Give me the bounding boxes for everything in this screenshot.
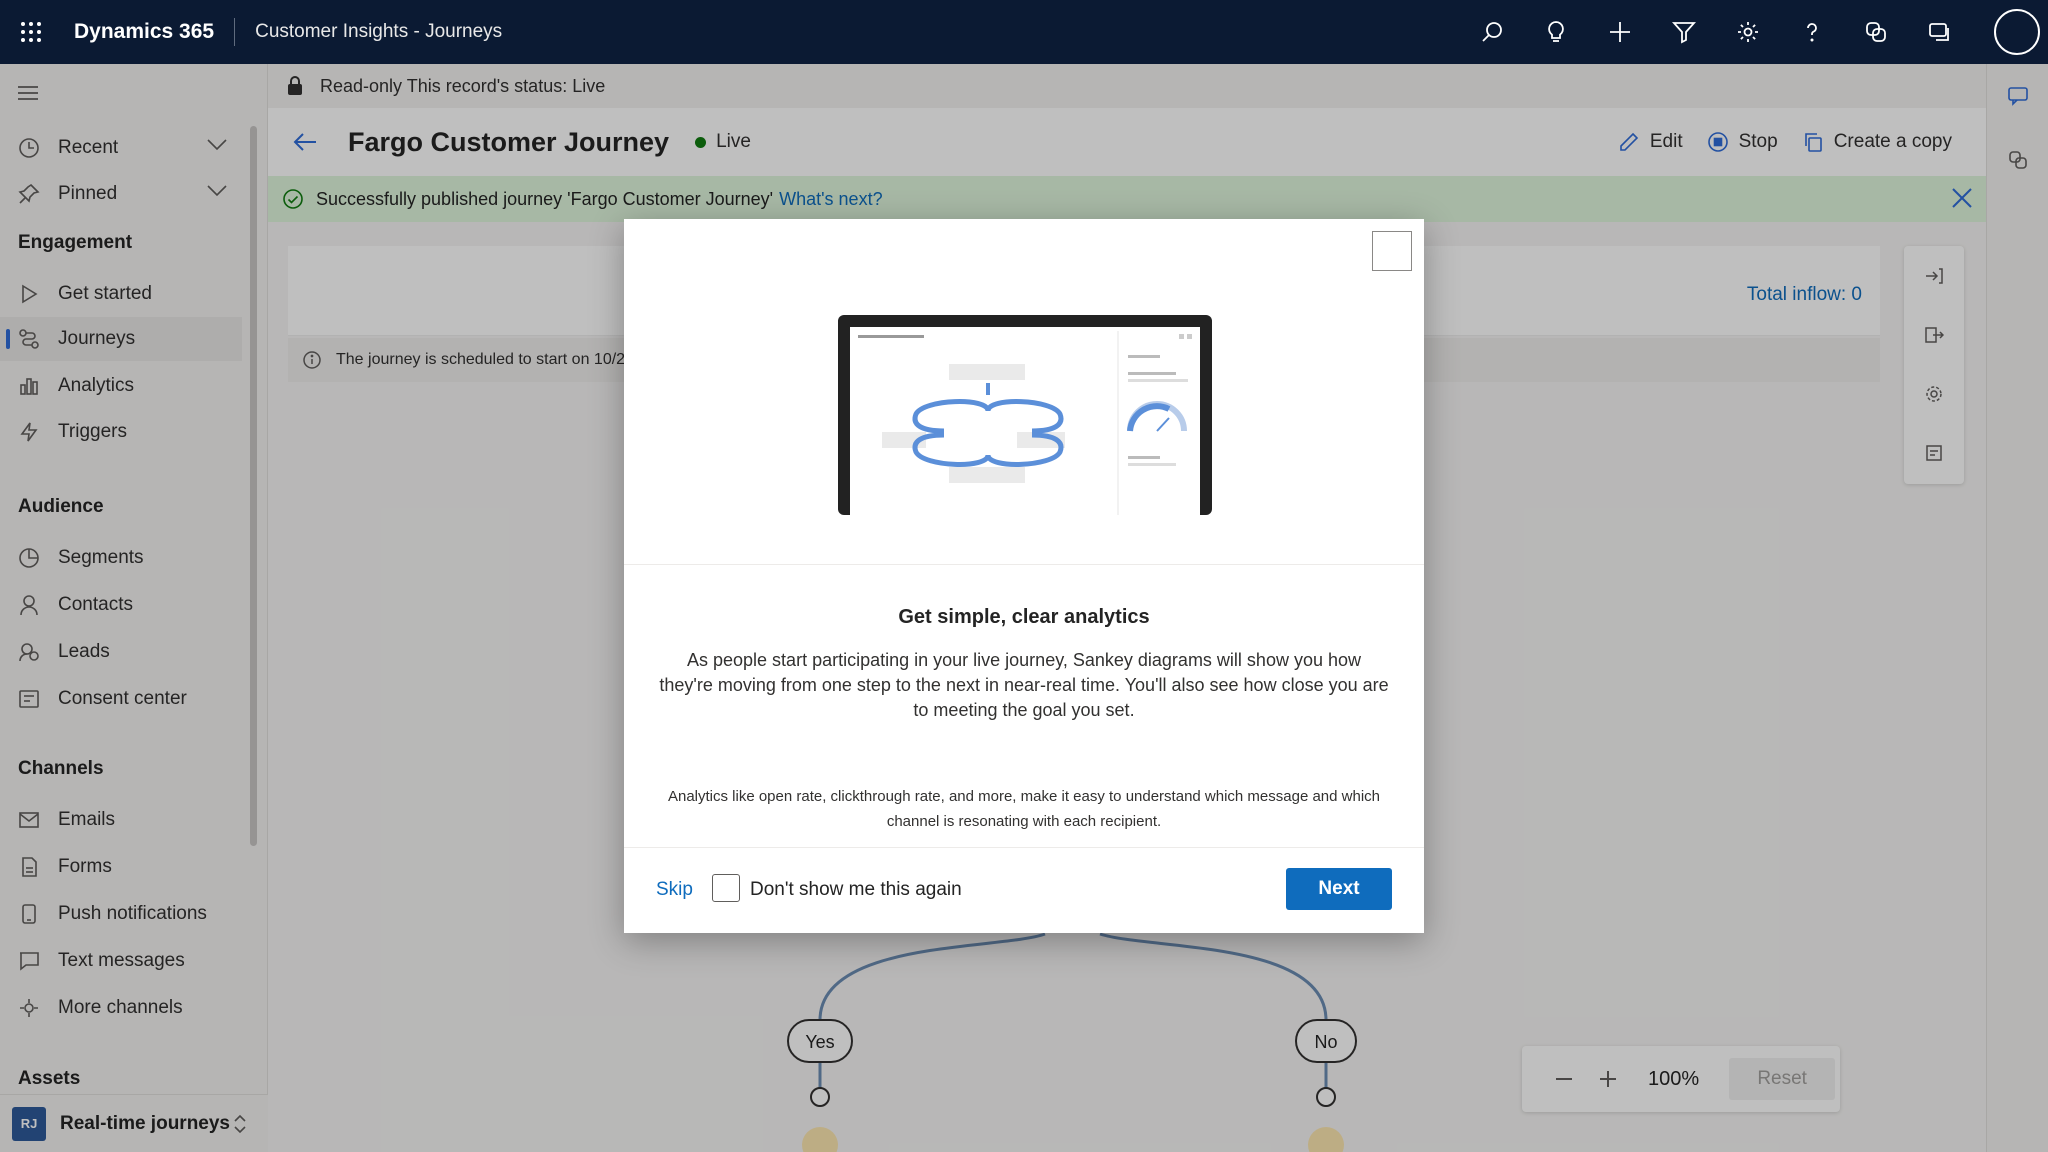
dialog-note: Analytics like open rate, clickthrough r…	[667, 788, 1381, 830]
dialog-title: Get simple, clear analytics	[898, 606, 1150, 628]
dont-show-checkbox[interactable]	[712, 874, 740, 902]
dialog-footer: Skip Don't show me this again Next	[624, 847, 1424, 933]
laptop-illustration	[624, 219, 1424, 565]
next-button[interactable]: Next	[1286, 868, 1392, 910]
skip-link[interactable]: Skip	[656, 879, 693, 901]
dont-show-label[interactable]: Don't show me this again	[750, 879, 962, 901]
dialog-body: As people start participating in your li…	[659, 650, 1389, 720]
analytics-intro-dialog: Get simple, clear analytics As people st…	[624, 219, 1424, 933]
dialog-close-button[interactable]	[1372, 231, 1412, 271]
